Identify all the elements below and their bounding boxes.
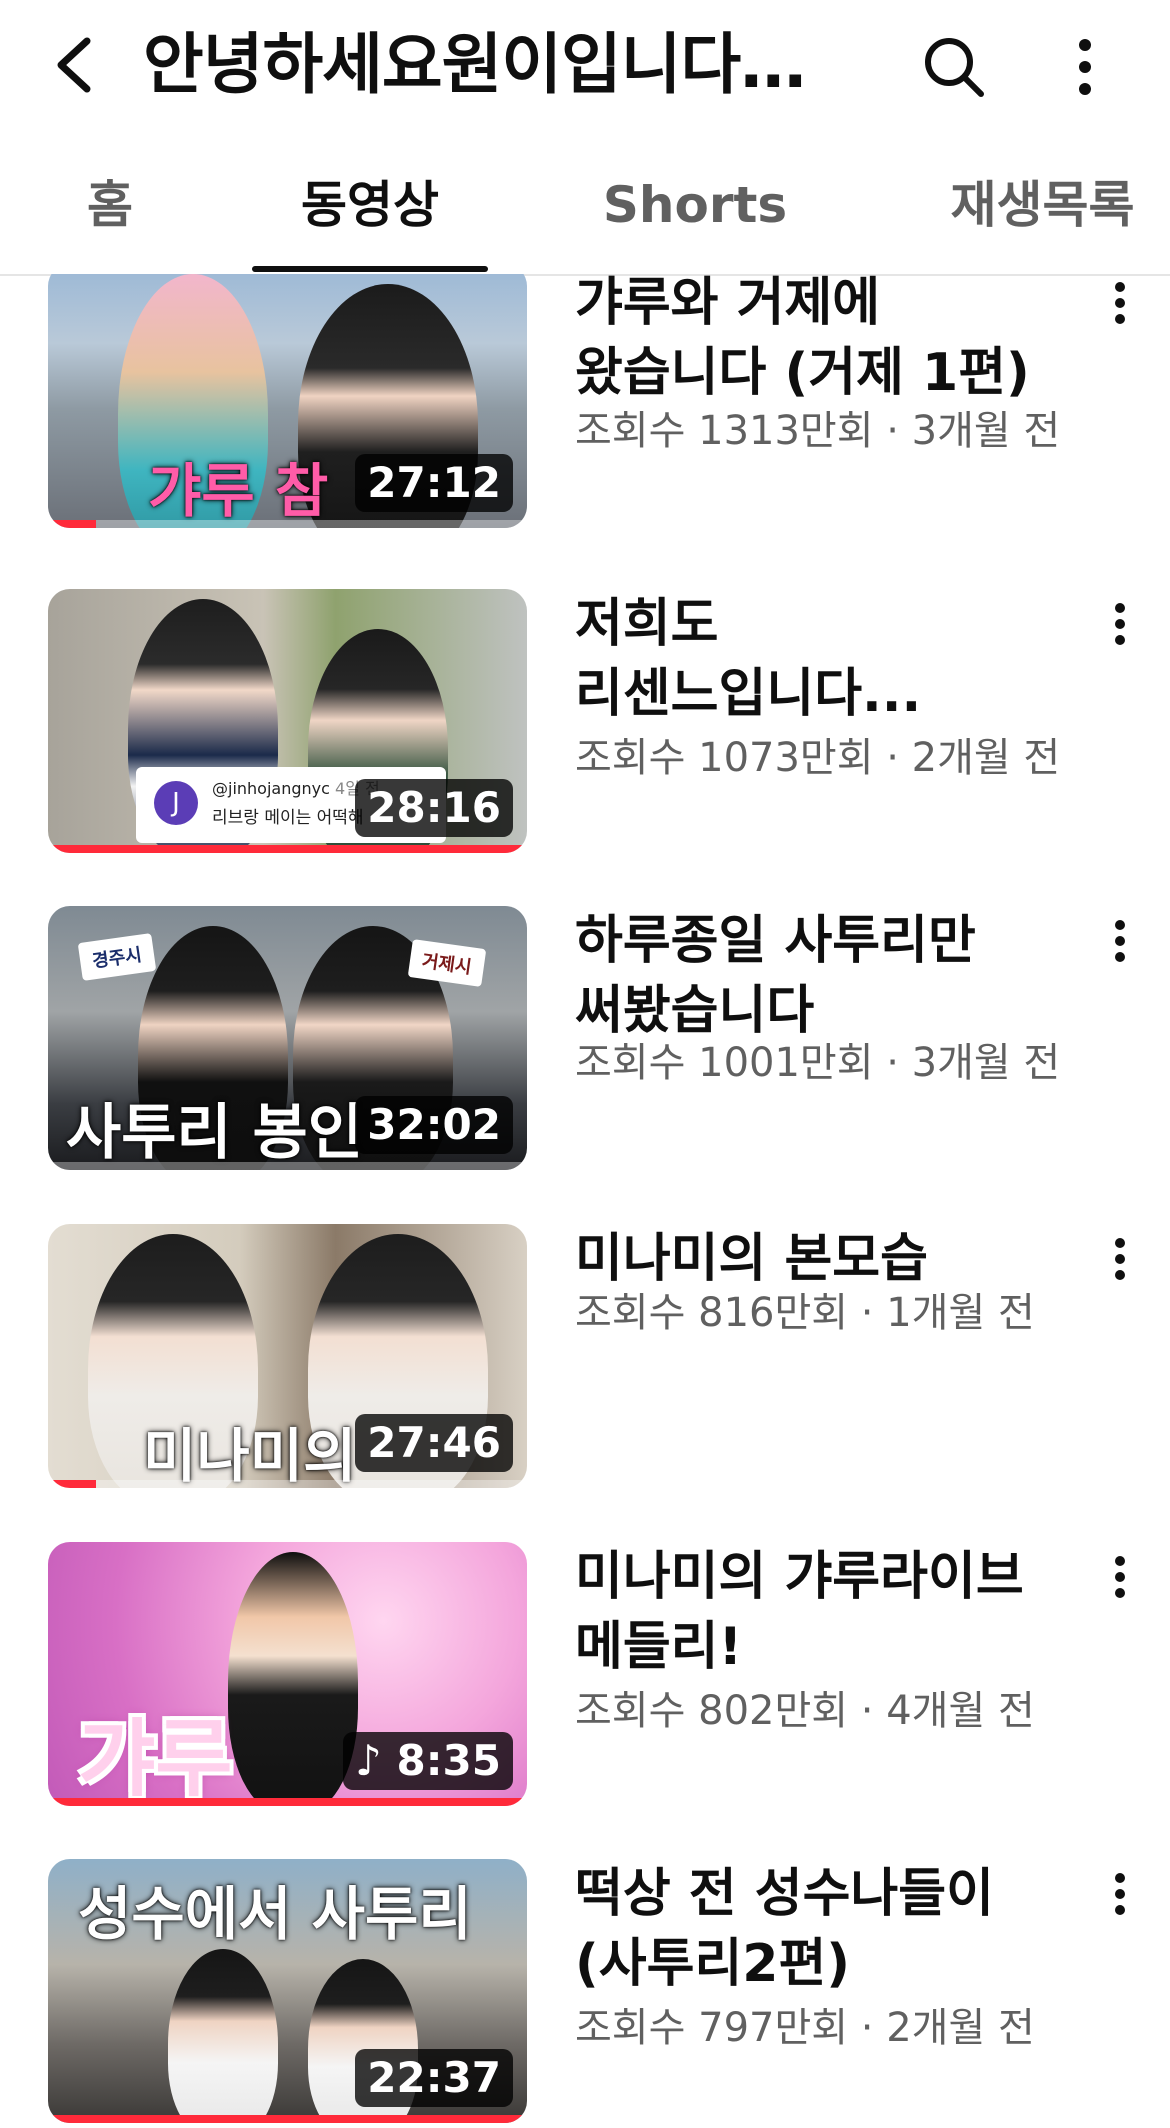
progress-track (48, 520, 527, 528)
thumbnail-overlay-text: 사투리 봉인 (66, 1098, 363, 1168)
more-vertical-icon (1115, 1556, 1125, 1598)
comment-text: 리브랑 메이는 어떡해 (212, 808, 364, 828)
video-meta: 조회수 1313만회 · 3개월 전 (575, 408, 1061, 454)
watch-progress-bar (48, 1798, 527, 1806)
chevron-left-icon (57, 37, 91, 93)
top-app-bar: 안녕하세요원이입니다… (0, 0, 1170, 130)
tab-shorts[interactable]: Shorts (600, 170, 790, 240)
video-meta: 조회수 802만회 · 4개월 전 (575, 1688, 1035, 1734)
video-meta: 조회수 816만회 · 1개월 전 (575, 1290, 1035, 1336)
more-vertical-icon (1115, 282, 1125, 324)
video-menu-button[interactable] (1105, 1859, 1135, 1929)
video-thumbnail[interactable]: 갸루 ♪ 8:35 (48, 1542, 527, 1806)
video-menu-button[interactable] (1105, 589, 1135, 659)
thumbnail-overlay-text: 갸루 참 (148, 457, 329, 525)
duration-badge: 22:37 (355, 2049, 513, 2107)
video-menu-button[interactable] (1105, 1542, 1135, 1612)
video-thumbnail[interactable]: 경주시 거제시 사투리 봉인 32:02 (48, 906, 527, 1170)
video-item[interactable]: 갸루 ♪ 8:35 미나미의 갸루라이브 메들리! 조회수 802만회 · 4개… (0, 1542, 1170, 1842)
thumbnail-overlay-text: 미나미의 (143, 1422, 357, 1488)
video-menu-button[interactable] (1105, 1224, 1135, 1294)
video-meta: 조회수 1073만회 · 2개월 전 (575, 735, 1061, 781)
comment-handle: @jinhojangnyc (212, 779, 330, 798)
video-menu-button[interactable] (1105, 274, 1135, 338)
duration-badge: 28:16 (355, 779, 513, 837)
tab-playlists[interactable]: 재생목록 (945, 170, 1140, 240)
video-meta: 조회수 797만회 · 2개월 전 (575, 2005, 1035, 2051)
watch-progress-bar (48, 520, 96, 528)
search-icon (925, 38, 984, 97)
video-thumbnail[interactable]: 성수에서 사투리 22:37 (48, 1859, 527, 2123)
video-title[interactable]: 떡상 전 성수나들이 (사투리2편) (575, 1859, 1075, 1999)
search-button[interactable] (915, 28, 993, 106)
video-thumbnail[interactable]: J @jinhojangnyc 4일 전 리브랑 메이는 어떡해 28:16 (48, 589, 527, 853)
duration-text: 8:35 (396, 1736, 501, 1785)
video-title[interactable]: 하루종일 사투리만 써봤습니다 (575, 906, 1075, 1046)
active-tab-indicator (252, 266, 488, 272)
watch-progress-bar (48, 845, 527, 853)
more-vertical-icon (1115, 1238, 1125, 1280)
more-vertical-icon (1115, 920, 1125, 962)
music-note-icon: ♪ (355, 1736, 382, 1785)
watch-progress-bar (48, 1480, 96, 1488)
video-item[interactable]: 갸루 참 27:12 갸루와 거제에 왔습니다 (거제 1편) 조회수 1313… (0, 274, 1170, 574)
more-options-button[interactable] (1055, 28, 1115, 106)
more-vertical-icon (1115, 1873, 1125, 1915)
video-item[interactable]: 미나미의 27:46 미나미의 본모습 조회수 816만회 · 1개월 전 (0, 1224, 1170, 1524)
video-meta: 조회수 1001만회 · 3개월 전 (575, 1040, 1061, 1086)
back-button[interactable] (40, 30, 110, 100)
video-thumbnail[interactable]: 미나미의 27:46 (48, 1224, 527, 1488)
thumbnail-overlay-text: 갸루 (78, 1709, 233, 1806)
progress-track (48, 1480, 527, 1488)
video-title[interactable]: 갸루와 거제에 왔습니다 (거제 1편) (575, 274, 1075, 408)
tab-home[interactable]: 홈 (80, 170, 140, 240)
duration-badge: 27:12 (355, 454, 513, 512)
tab-videos[interactable]: 동영상 (252, 170, 488, 240)
channel-title: 안녕하세요원이입니다… (143, 26, 806, 103)
duration-badge: 27:46 (355, 1414, 513, 1472)
video-title[interactable]: 미나미의 본모습 (575, 1224, 1075, 1294)
thumbnail-overlay-text: 성수에서 사투리 (78, 1880, 472, 1948)
video-thumbnail[interactable]: 갸루 참 27:12 (48, 274, 527, 528)
duration-badge: 32:02 (355, 1096, 513, 1154)
person-figure (228, 1552, 358, 1806)
video-title[interactable]: 미나미의 갸루라이브 메들리! (575, 1542, 1075, 1682)
video-item[interactable]: 성수에서 사투리 22:37 떡상 전 성수나들이 (사투리2편) 조회수 79… (0, 1859, 1170, 2128)
more-vertical-icon (1079, 39, 1091, 95)
watch-progress-bar (48, 2115, 527, 2123)
more-vertical-icon (1115, 603, 1125, 645)
video-item[interactable]: J @jinhojangnyc 4일 전 리브랑 메이는 어떡해 28:16 저… (0, 589, 1170, 889)
duration-badge: ♪ 8:35 (343, 1732, 513, 1790)
video-list: 갸루 참 27:12 갸루와 거제에 왔습니다 (거제 1편) 조회수 1313… (0, 274, 1170, 2128)
video-menu-button[interactable] (1105, 906, 1135, 976)
progress-track (48, 1162, 527, 1170)
video-item[interactable]: 경주시 거제시 사투리 봉인 32:02 하루종일 사투리만 써봤습니다 조회수… (0, 906, 1170, 1206)
channel-tabs: 홈 동영상 Shorts 재생목록 (0, 150, 1170, 276)
video-title[interactable]: 저희도 리센느입니다... (575, 589, 1075, 729)
comment-avatar: J (154, 781, 198, 825)
